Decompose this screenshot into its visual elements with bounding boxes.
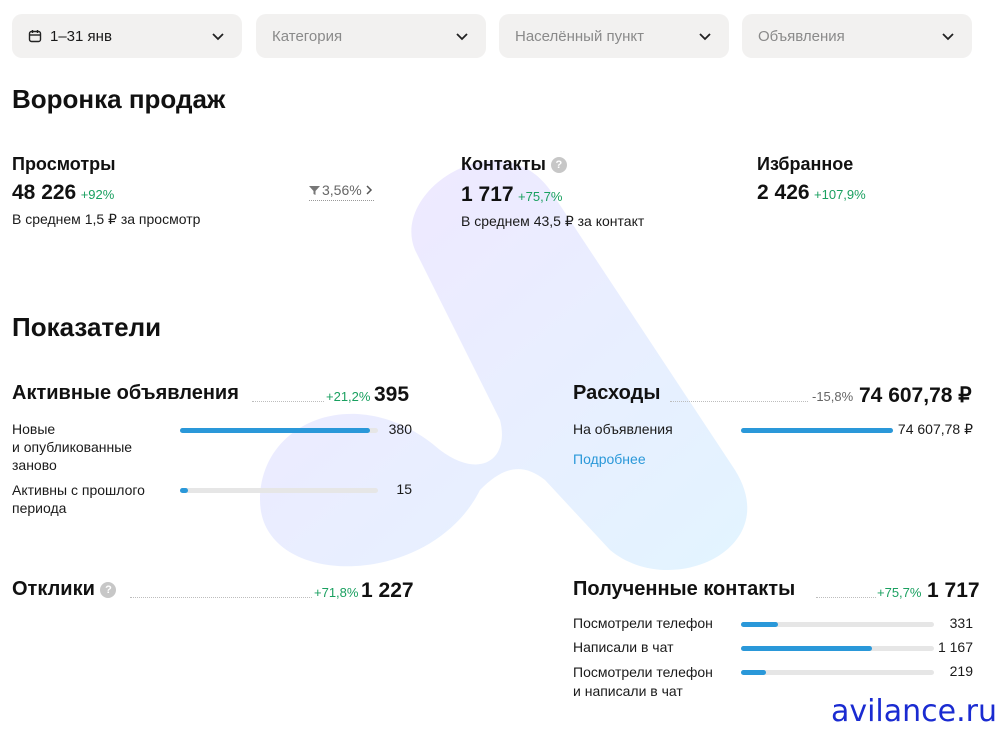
- expenses-value: 74 607,78 ₽: [859, 384, 972, 407]
- locality-filter[interactable]: Населённый пункт: [499, 14, 729, 58]
- funnel-title: Воронка продаж: [12, 84, 226, 114]
- progress-fill: [741, 646, 873, 651]
- row-value: 1 167: [937, 639, 973, 655]
- progress-bar: [180, 488, 378, 493]
- chevron-down-icon: [212, 33, 224, 41]
- received-row-label: Посмотрели телефон и написали в чат: [573, 664, 713, 699]
- chevron-right-icon: [366, 185, 372, 195]
- views-delta: +92%: [80, 187, 115, 202]
- contacts-average: В среднем 43,5 ₽ за контакт: [461, 213, 645, 229]
- favorites-block: Избранное 2 426 +107,9%: [757, 154, 866, 205]
- active-ads-row-label: Активны с прошлого периода: [12, 482, 145, 516]
- received-contacts-label: Полученные контакты: [573, 578, 796, 600]
- row-value: 74 607,78 ₽: [897, 421, 973, 437]
- contacts-delta: +75,7%: [518, 189, 563, 204]
- ads-placeholder: Объявления: [758, 27, 845, 45]
- chevron-down-icon: [942, 33, 954, 41]
- active-ads-delta: +21,2%: [326, 389, 371, 404]
- row-value: 380: [388, 421, 412, 437]
- active-ads-value: 395: [374, 383, 410, 406]
- received-row-label: Написали в чат: [573, 639, 674, 655]
- views-label: Просмотры: [12, 154, 116, 174]
- responses-label: Отклики: [12, 578, 95, 600]
- views-block: Просмотры 48 226 +92% В среднем 1,5 ₽ за…: [12, 154, 200, 228]
- favorites-label: Избранное: [757, 154, 854, 174]
- progress-fill: [741, 428, 893, 433]
- progress-bar: [180, 428, 378, 433]
- contacts-block: Контакты ? 1 717 +75,7% В среднем 43,5 ₽…: [461, 154, 644, 230]
- progress-bar: [741, 622, 934, 627]
- responses-title: Отклики ?: [12, 578, 117, 601]
- funnel-icon: [309, 185, 320, 195]
- help-icon[interactable]: ?: [100, 581, 117, 598]
- chevron-down-icon: [699, 33, 711, 41]
- ads-filter[interactable]: Объявления: [742, 14, 972, 58]
- watermark-text: avilance.ru: [830, 694, 997, 729]
- responses-delta: +71,8%: [314, 585, 359, 600]
- progress-bar: [741, 646, 934, 651]
- help-icon[interactable]: ?: [550, 157, 567, 174]
- leader-dots: [816, 597, 876, 598]
- progress-fill: [741, 622, 779, 627]
- conversion-link[interactable]: 3,56%: [309, 182, 374, 201]
- progress-bar: [741, 428, 893, 433]
- contacts-label: Контакты: [461, 154, 546, 174]
- views-value: 48 226: [12, 181, 77, 204]
- active-ads-label: Активные объявления: [12, 382, 239, 404]
- responses-value: 1 227: [361, 579, 414, 602]
- row-value: 219: [949, 663, 973, 679]
- date-range-filter[interactable]: 1–31 янв: [12, 14, 242, 58]
- leader-dots: [130, 597, 312, 598]
- category-filter[interactable]: Категория: [256, 14, 486, 58]
- indicators-title: Показатели: [12, 312, 162, 342]
- leader-dots: [670, 401, 808, 402]
- favorites-value: 2 426: [757, 181, 810, 204]
- row-value: 331: [949, 615, 973, 631]
- expenses-label: Расходы: [573, 382, 661, 404]
- more-details-link[interactable]: Подробнее: [573, 451, 646, 467]
- contacts-value: 1 717: [461, 183, 514, 206]
- received-contacts-delta: +75,7%: [877, 585, 922, 600]
- calendar-icon: [28, 30, 42, 43]
- progress-fill: [741, 670, 766, 675]
- progress-fill: [180, 428, 371, 433]
- leader-dots: [252, 401, 324, 402]
- category-placeholder: Категория: [272, 27, 343, 45]
- locality-placeholder: Населённый пункт: [515, 27, 645, 45]
- views-average: В среднем 1,5 ₽ за просмотр: [12, 211, 201, 227]
- expenses-row-label: На объявления: [573, 421, 673, 437]
- received-row-label: Посмотрели телефон: [573, 615, 713, 631]
- chevron-down-icon: [456, 33, 468, 41]
- row-value: 15: [396, 481, 412, 497]
- expenses-delta: -15,8%: [812, 389, 854, 404]
- date-range-value: 1–31 янв: [50, 27, 112, 45]
- active-ads-row-label: Новые и опубликованные заново: [12, 421, 133, 473]
- conversion-value: 3,56%: [322, 182, 362, 198]
- received-contacts-value: 1 717: [927, 579, 980, 602]
- favorites-delta: +107,9%: [814, 187, 866, 202]
- progress-fill: [180, 488, 188, 493]
- progress-bar: [741, 670, 934, 675]
